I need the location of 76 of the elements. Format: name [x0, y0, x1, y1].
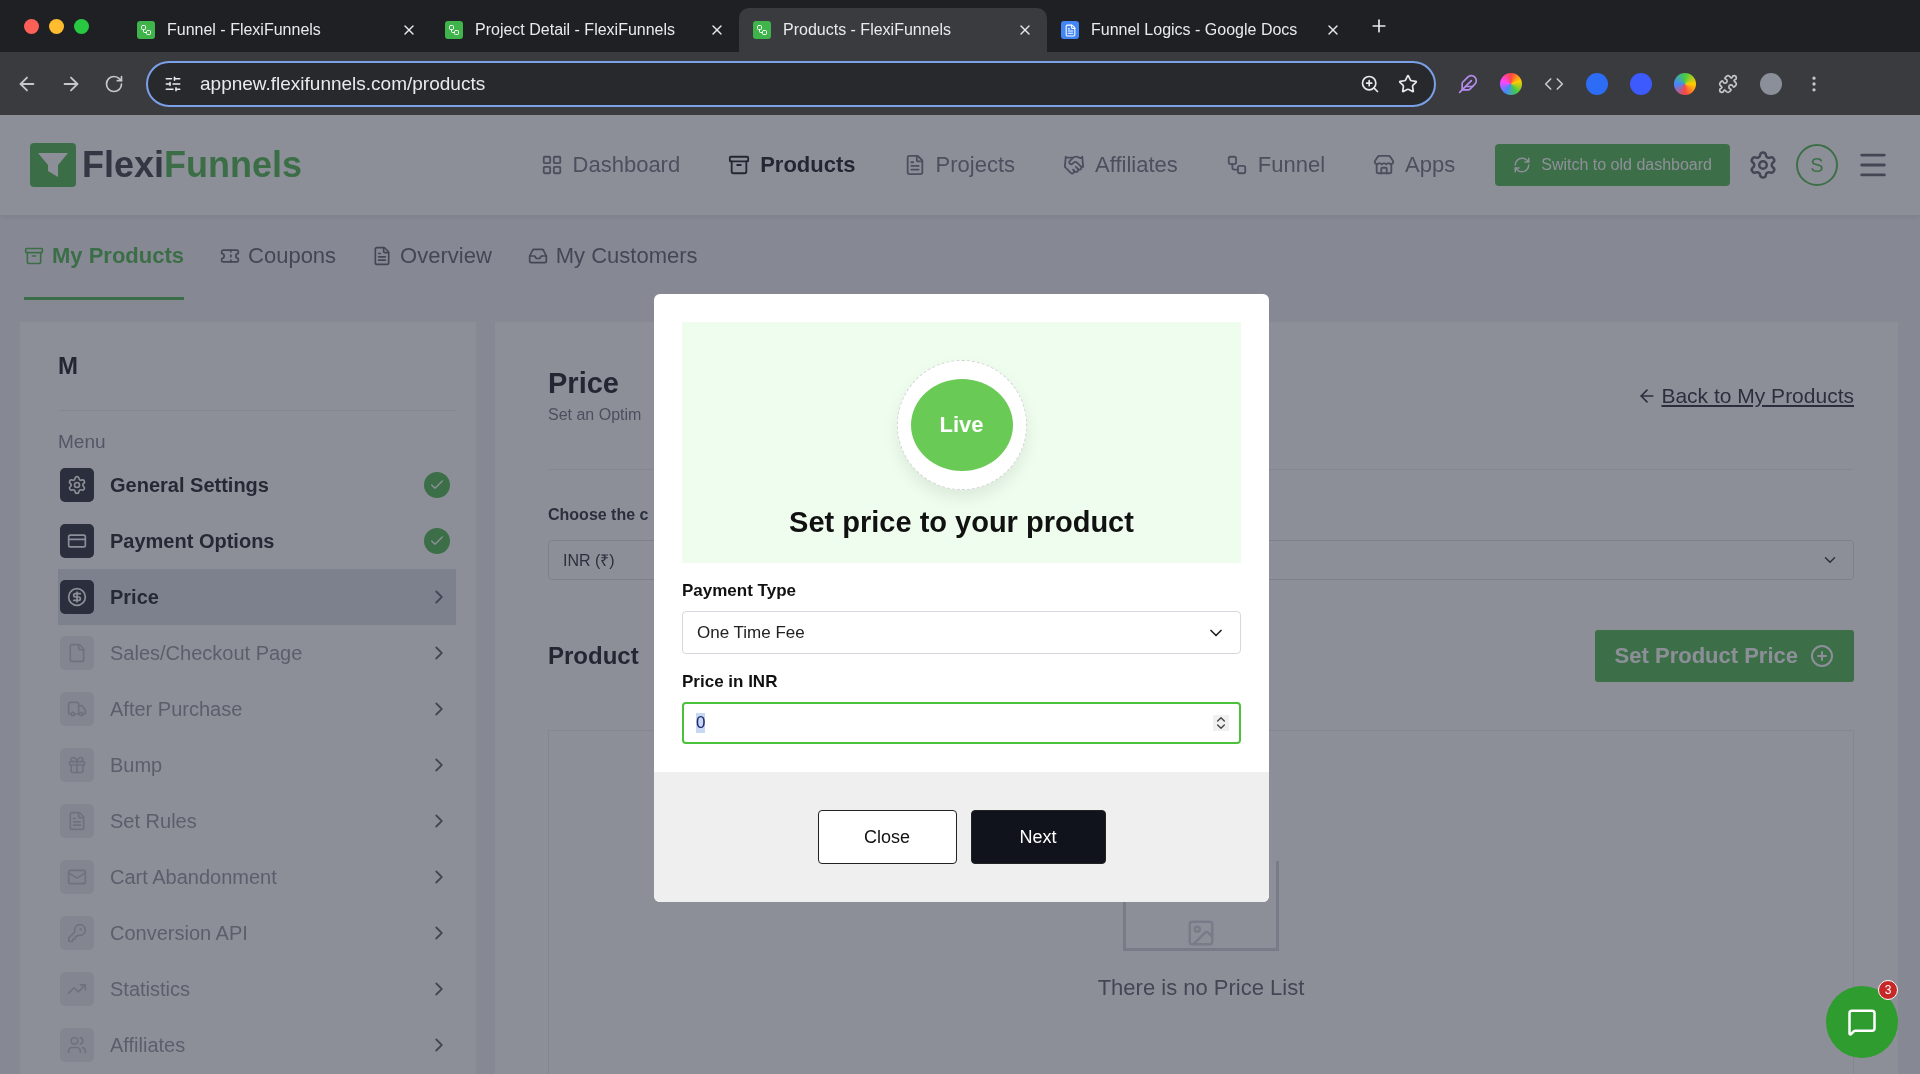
card-icon	[60, 524, 94, 558]
grid-icon	[540, 154, 563, 176]
truck-icon	[60, 692, 94, 726]
site-settings-icon[interactable]	[164, 74, 182, 93]
address-bar[interactable]: appnew.flexifunnels.com/products	[146, 60, 1436, 107]
key-icon	[60, 916, 94, 950]
refresh-icon	[1513, 156, 1532, 174]
nav-link[interactable]: Affiliates	[1063, 152, 1178, 178]
user-avatar[interactable]: S	[1796, 144, 1838, 186]
nav-link[interactable]: Projects	[903, 152, 1016, 178]
store-icon	[1373, 154, 1396, 176]
gift-icon	[60, 748, 94, 782]
window-minimize-button[interactable]	[49, 18, 64, 34]
switch-dashboard-button[interactable]: Switch to old dashboard	[1495, 144, 1730, 186]
box-icon	[24, 246, 44, 266]
sidebar-item[interactable]: General Settings	[58, 457, 456, 513]
live-badge: Live	[910, 379, 1013, 471]
set-price-button[interactable]: Set Product Price	[1594, 630, 1854, 682]
puzzle-icon[interactable]	[1718, 73, 1738, 94]
file-icon	[60, 636, 94, 670]
extension-icon[interactable]	[1674, 72, 1696, 95]
feather-icon[interactable]	[1458, 73, 1478, 94]
section-title: Product	[548, 642, 639, 670]
people-icon	[60, 1028, 94, 1062]
envelope-icon	[60, 860, 94, 894]
handshake-icon	[1063, 154, 1086, 176]
back-link[interactable]: Back to My Products	[1637, 383, 1854, 408]
nav-link[interactable]: Funnel	[1225, 152, 1326, 178]
close-button[interactable]: Close	[817, 810, 957, 864]
document-icon	[372, 246, 393, 266]
product-initial: M	[58, 352, 456, 411]
profile-avatar[interactable]	[1760, 72, 1782, 95]
browser-tab[interactable]: Project Detail - FlexiFunnels	[431, 8, 739, 52]
dialog-title: Set price to your product	[789, 506, 1134, 539]
browser-tab[interactable]: Funnel - FlexiFunnels	[123, 8, 431, 52]
flow-icon	[1225, 154, 1248, 176]
page-title: Price	[548, 367, 620, 400]
sub-tab[interactable]: Coupons	[220, 215, 337, 300]
spinner-icon[interactable]	[1213, 715, 1229, 731]
payment-type-select[interactable]: One Time Fee	[682, 611, 1241, 654]
zoom-icon[interactable]	[1360, 73, 1380, 94]
extension-icon[interactable]	[1500, 72, 1522, 95]
next-button[interactable]: Next	[970, 810, 1106, 864]
window-maximize-button[interactable]	[74, 18, 89, 34]
sidebar-item[interactable]: Price	[58, 569, 456, 625]
tray-icon	[527, 246, 548, 266]
field-label: Price in INR	[682, 672, 779, 692]
empty-message: There is no Price List	[1097, 975, 1305, 1001]
dollar-icon	[60, 580, 94, 614]
page-subtitle: Set an Optim	[548, 406, 642, 424]
star-icon[interactable]	[1398, 73, 1418, 94]
document-icon	[60, 804, 94, 838]
nav-link[interactable]: Apps	[1373, 152, 1456, 178]
ticket-icon	[220, 246, 241, 266]
browser-tab[interactable]: Funnel Logics - Google Docs	[1047, 8, 1355, 52]
sub-tab[interactable]: My Customers	[527, 215, 698, 300]
logo: FlexiFunnels	[30, 143, 303, 187]
menu-label: Menu	[58, 431, 107, 453]
nav-link[interactable]: Dashboard	[540, 152, 681, 178]
plus-circle-icon	[1810, 644, 1834, 668]
browser-tab[interactable]: Products - FlexiFunnels	[739, 8, 1047, 52]
trend-icon	[60, 972, 94, 1006]
settings-icon[interactable]	[1748, 150, 1778, 180]
sub-tab[interactable]: Overview	[372, 215, 492, 300]
box-icon	[728, 154, 751, 176]
document-icon	[1061, 21, 1079, 39]
window-close-button[interactable]	[24, 18, 39, 34]
reload-icon[interactable]	[104, 73, 124, 94]
price-input[interactable]: 0	[682, 702, 1241, 744]
field-label: Choose the c	[548, 506, 649, 524]
nav-link[interactable]: Products	[728, 152, 856, 178]
field-label: Payment Type	[682, 581, 797, 601]
sidebar-item[interactable]: Payment Options	[58, 513, 456, 569]
chat-icon	[1847, 1007, 1877, 1037]
sub-tab[interactable]: My Products	[24, 215, 185, 300]
gear-icon	[60, 468, 94, 502]
